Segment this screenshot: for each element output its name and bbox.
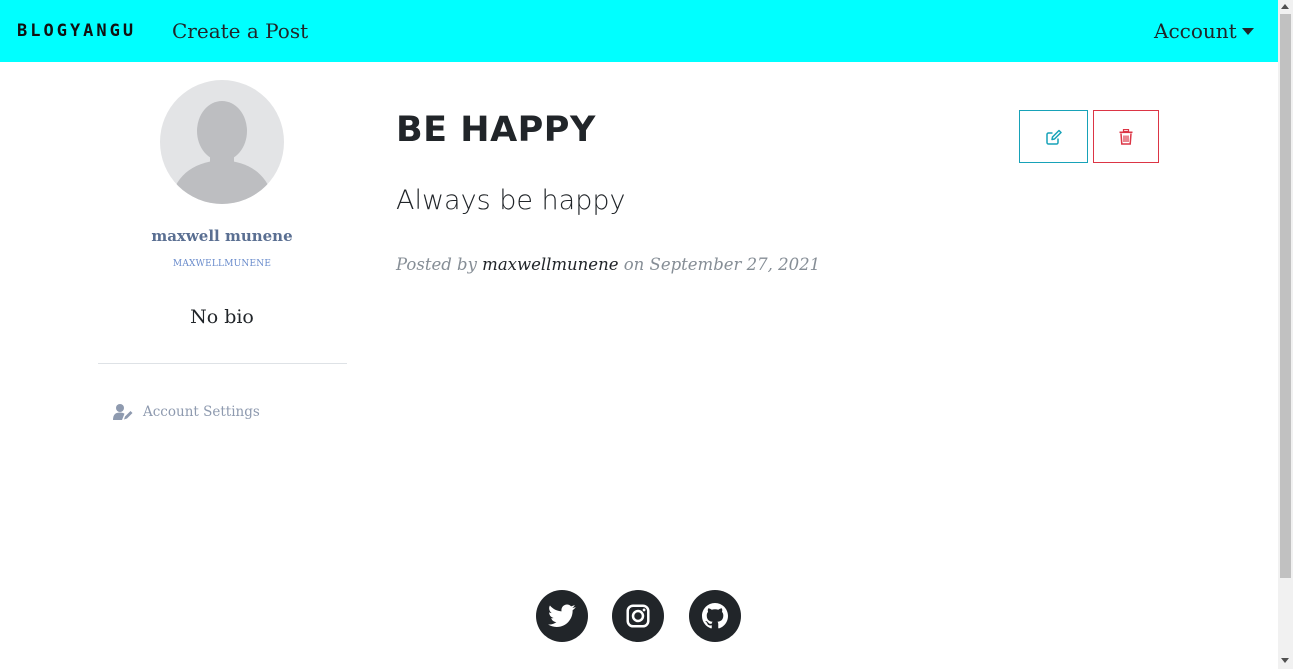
github-icon (702, 603, 728, 629)
edit-post-button[interactable] (1019, 110, 1088, 163)
scroll-down-arrow[interactable] (1281, 658, 1289, 663)
profile-username: MAXWELLMUNENE (172, 259, 272, 269)
instagram-icon (626, 604, 650, 628)
edit-icon (1045, 129, 1062, 145)
posted-on-label: on (623, 255, 645, 274)
profile-bio: No bio (190, 306, 254, 328)
twitter-icon (548, 604, 576, 627)
scrollbar-thumb[interactable] (1280, 14, 1291, 578)
create-post-link[interactable]: Create a Post (172, 18, 308, 44)
scroll-up-arrow[interactable] (1281, 4, 1289, 9)
post-body: Always be happy (396, 185, 626, 216)
navbar: BLOGYANGU Create a Post Account (0, 0, 1278, 62)
posted-by-label: Posted by (396, 255, 477, 274)
github-link[interactable] (689, 590, 741, 642)
account-settings-label: Account Settings (143, 404, 260, 420)
scrollbar[interactable] (1278, 0, 1293, 669)
account-settings-link[interactable]: Account Settings (113, 402, 260, 422)
twitter-link[interactable] (536, 590, 588, 642)
profile-name: maxwell munene (151, 227, 293, 245)
post-date: September 27, 2021 (649, 255, 821, 274)
trash-icon (1119, 128, 1133, 145)
post-title: BE HAPPY (396, 110, 596, 150)
post-author[interactable]: maxwellmunene (482, 255, 618, 274)
account-dropdown[interactable]: Account (1154, 18, 1237, 44)
user-silhouette-icon (170, 101, 274, 204)
brand-logo[interactable]: BLOGYANGU (17, 22, 136, 40)
user-edit-icon (113, 404, 133, 420)
caret-down-icon[interactable] (1242, 28, 1254, 35)
instagram-link[interactable] (612, 590, 664, 642)
post-meta: Posted by maxwellmunene on September 27,… (396, 254, 820, 276)
sidebar-divider (98, 363, 347, 364)
delete-post-button[interactable] (1093, 110, 1159, 163)
avatar (160, 80, 284, 204)
